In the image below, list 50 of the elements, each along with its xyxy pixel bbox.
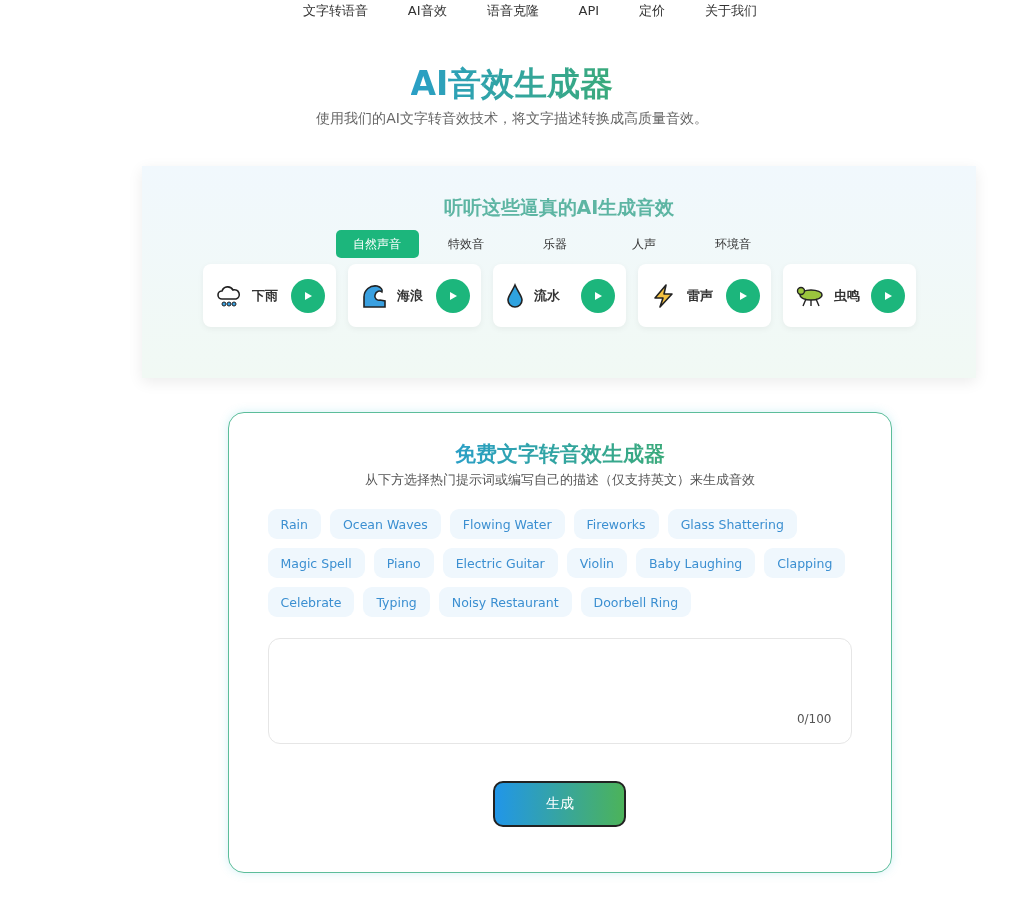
prompt-chip[interactable]: Piano bbox=[373, 548, 434, 578]
play-icon bbox=[737, 290, 748, 301]
page-subtitle: 使用我们的AI文字转音效技术，将文字描述转换成高质量音效。 bbox=[316, 110, 708, 128]
sound-label: 流水 bbox=[533, 286, 561, 305]
play-icon bbox=[447, 290, 458, 301]
prompt-chip[interactable]: Typing bbox=[363, 587, 430, 617]
play-icon bbox=[882, 290, 893, 301]
play-button[interactable] bbox=[435, 278, 470, 313]
nav-link[interactable]: AI音效 bbox=[387, 2, 467, 20]
play-button[interactable] bbox=[725, 278, 760, 313]
nav-link[interactable]: 文字转语音 bbox=[282, 2, 388, 20]
sound-label: 海浪 bbox=[396, 286, 424, 305]
play-button[interactable] bbox=[290, 278, 325, 313]
prompt-chip[interactable]: Ocean Waves bbox=[329, 509, 441, 539]
prompt-chip[interactable]: Baby Laughing bbox=[636, 548, 756, 578]
category-tab[interactable]: 乐器 bbox=[513, 230, 597, 258]
generate-button[interactable]: 生成 bbox=[493, 781, 626, 827]
prompt-chip[interactable]: Doorbell Ring bbox=[580, 587, 692, 617]
prompt-chip[interactable]: Celebrate bbox=[267, 587, 355, 617]
category-tab[interactable]: 自然声音 bbox=[335, 230, 419, 258]
wave-icon bbox=[360, 282, 387, 309]
prompt-chip[interactable]: Flowing Water bbox=[449, 509, 565, 539]
play-icon bbox=[592, 290, 603, 301]
play-icon bbox=[302, 290, 313, 301]
play-button[interactable] bbox=[870, 278, 905, 313]
category-tab[interactable]: 环境音 bbox=[691, 230, 775, 258]
nav-link[interactable]: 语音克隆 bbox=[466, 2, 559, 20]
prompt-chip[interactable]: Rain bbox=[267, 509, 321, 539]
samples-title: 听听这些逼真的AI生成音效 bbox=[443, 195, 675, 220]
category-tab[interactable]: 特效音 bbox=[424, 230, 508, 258]
prompt-chip[interactable]: Glass Shattering bbox=[667, 509, 797, 539]
prompt-chip[interactable]: Magic Spell bbox=[267, 548, 365, 578]
generator-subtitle: 从下方选择热门提示词或编写自己的描述（仅支持英文）来生成音效 bbox=[364, 472, 755, 489]
sound-label: 下雨 bbox=[251, 286, 279, 305]
prompt-chip[interactable]: Fireworks bbox=[573, 509, 659, 539]
page-title: AI音效生成器 bbox=[410, 64, 614, 104]
nav-link[interactable]: API bbox=[558, 2, 620, 20]
water-drop-icon bbox=[505, 282, 524, 309]
prompt-chip[interactable]: Violin bbox=[566, 548, 628, 578]
sound-label: 虫鸣 bbox=[833, 286, 861, 305]
sound-label: 雷声 bbox=[686, 286, 714, 305]
play-button[interactable] bbox=[580, 278, 615, 313]
description-field[interactable]: 0/100 bbox=[267, 638, 852, 744]
category-tab[interactable]: 人声 bbox=[602, 230, 686, 258]
nav-link[interactable]: 定价 bbox=[619, 2, 686, 20]
prompt-chip[interactable]: Electric Guitar bbox=[442, 548, 558, 578]
character-counter: 0/100 bbox=[796, 712, 832, 726]
prompt-chip[interactable]: Noisy Restaurant bbox=[438, 587, 572, 617]
nav-link[interactable]: 关于我们 bbox=[685, 2, 778, 20]
prompt-chip[interactable]: Clapping bbox=[764, 548, 846, 578]
